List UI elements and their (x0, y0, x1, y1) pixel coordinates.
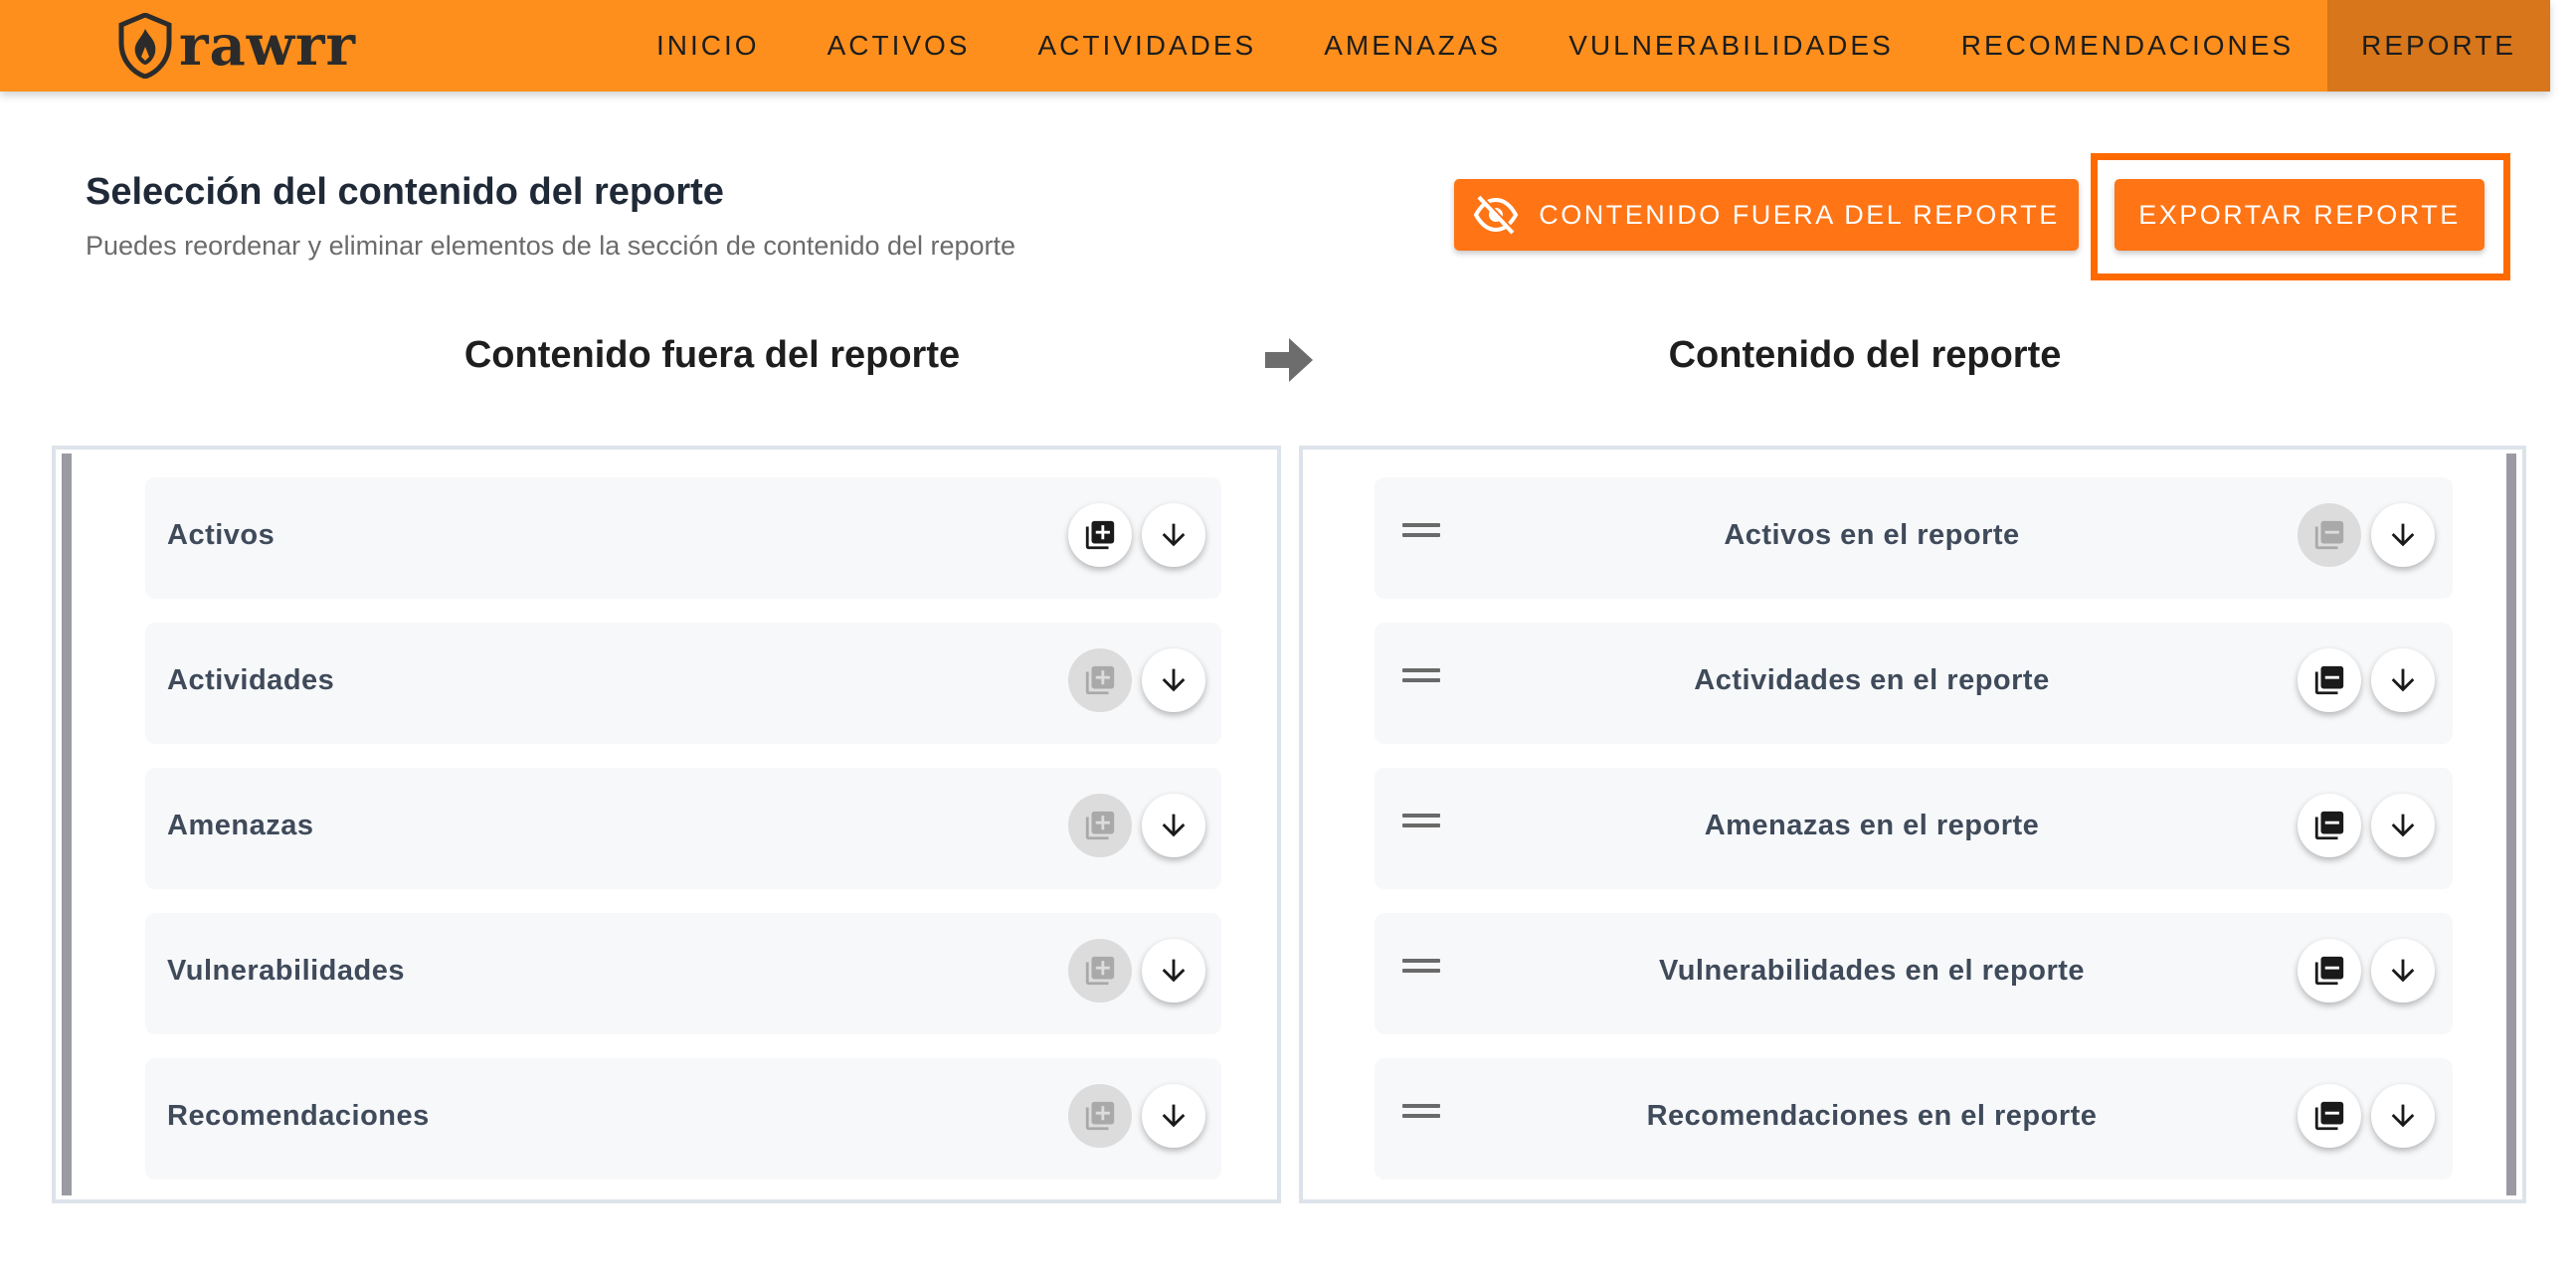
add-to-report-button[interactable] (1068, 1084, 1132, 1148)
nav-amenazas[interactable]: AMENAZAS (1290, 0, 1535, 91)
add-to-report-button[interactable] (1068, 794, 1132, 857)
arrow-down-icon (1162, 668, 1186, 692)
top-navbar: rawrr INICIO ACTIVOS ACTIVIDADES AMENAZA… (0, 0, 2550, 91)
shield-flame-icon (118, 13, 172, 79)
remove-from-report-button[interactable] (2298, 503, 2361, 567)
nav-activos[interactable]: ACTIVOS (794, 0, 1005, 91)
list-item: Vulnerabilidades en el reporte (1375, 913, 2453, 1034)
outside-column-title: Contenido fuera del reporte (463, 334, 961, 376)
library-add-icon (1085, 1101, 1115, 1131)
list-item: Activos en el reporte (1375, 477, 2453, 599)
nav-actividades[interactable]: ACTIVIDADES (1004, 0, 1290, 91)
brand-logo[interactable]: rawrr (117, 10, 356, 82)
item-label: Activos (167, 519, 276, 551)
move-down-button[interactable] (1142, 503, 1205, 567)
list-item: Amenazas (145, 768, 1221, 889)
hidden-content-button[interactable]: CONTENIDO FUERA DEL REPORTE (1454, 179, 2079, 251)
list-item: Recomendaciones en el reporte (1375, 1058, 2453, 1180)
eye-off-icon (1473, 195, 1519, 235)
library-add-icon (1085, 811, 1115, 840)
item-label: Activos en el reporte (1724, 519, 2020, 551)
hidden-content-label: CONTENIDO FUERA DEL REPORTE (1539, 199, 2060, 230)
remove-from-report-button[interactable] (2298, 794, 2361, 857)
arrow-down-icon (1162, 959, 1186, 983)
item-label: Amenazas (167, 810, 314, 841)
library-add-icon (1085, 520, 1115, 550)
outside-report-list: Activos Actividades Amenazas Vulnerabili… (52, 446, 1281, 1203)
scrollbar[interactable] (2506, 454, 2516, 1195)
library-add-icon (1085, 665, 1115, 695)
item-label: Amenazas en el reporte (1704, 810, 2040, 841)
page-subtitle: Puedes reordenar y eliminar elementos de… (86, 231, 1016, 261)
library-remove-icon (2314, 665, 2344, 695)
inside-column-title: Contenido del reporte (1668, 334, 2062, 376)
library-remove-icon (2314, 520, 2344, 550)
list-item: Recomendaciones (145, 1058, 1221, 1180)
brand-name: rawrr (179, 13, 357, 79)
move-down-button[interactable] (2371, 794, 2435, 857)
move-down-button[interactable] (1142, 1084, 1205, 1148)
item-label: Vulnerabilidades (167, 955, 405, 987)
list-item: Amenazas en el reporte (1375, 768, 2453, 889)
main-nav: INICIO ACTIVOS ACTIVIDADES AMENAZAS VULN… (623, 0, 2550, 91)
item-label: Actividades en el reporte (1694, 664, 2050, 696)
item-label: Recomendaciones en el reporte (1646, 1100, 2098, 1132)
arrow-down-icon (1162, 1104, 1186, 1128)
add-to-report-button[interactable] (1068, 939, 1132, 1003)
library-remove-icon (2314, 956, 2344, 986)
list-item: Actividades en el reporte (1375, 623, 2453, 744)
move-down-button[interactable] (2371, 1084, 2435, 1148)
move-down-button[interactable] (1142, 648, 1205, 712)
arrow-down-icon (2391, 814, 2415, 837)
move-down-button[interactable] (1142, 794, 1205, 857)
add-to-report-button[interactable] (1068, 503, 1132, 567)
add-to-report-button[interactable] (1068, 648, 1132, 712)
arrow-down-icon (1162, 814, 1186, 837)
remove-from-report-button[interactable] (2298, 1084, 2361, 1148)
list-item: Actividades (145, 623, 1221, 744)
move-down-button[interactable] (2371, 939, 2435, 1003)
nav-reporte[interactable]: REPORTE (2327, 0, 2550, 91)
arrow-down-icon (2391, 1104, 2415, 1128)
export-report-button[interactable]: EXPORTAR REPORTE (2115, 179, 2484, 251)
nav-inicio[interactable]: INICIO (623, 0, 794, 91)
list-item: Vulnerabilidades (145, 913, 1221, 1034)
export-report-label: EXPORTAR REPORTE (2138, 199, 2461, 230)
remove-from-report-button[interactable] (2298, 648, 2361, 712)
item-label: Vulnerabilidades en el reporte (1658, 955, 2086, 987)
report-page: rawrr INICIO ACTIVOS ACTIVIDADES AMENAZA… (0, 0, 2576, 1277)
nav-vulnerabilidades[interactable]: VULNERABILIDADES (1535, 0, 1928, 91)
arrow-down-icon (2391, 668, 2415, 692)
arrow-down-icon (2391, 959, 2415, 983)
item-label: Actividades (167, 664, 335, 696)
library-remove-icon (2314, 1101, 2344, 1131)
nav-recomendaciones[interactable]: RECOMENDACIONES (1928, 0, 2327, 91)
list-item: Activos (145, 477, 1221, 599)
move-down-button[interactable] (2371, 503, 2435, 567)
scrollbar[interactable] (62, 454, 72, 1195)
arrow-down-icon (1162, 523, 1186, 547)
move-down-button[interactable] (1142, 939, 1205, 1003)
arrow-down-icon (2391, 523, 2415, 547)
library-remove-icon (2314, 811, 2344, 840)
move-down-button[interactable] (2371, 648, 2435, 712)
remove-from-report-button[interactable] (2298, 939, 2361, 1003)
item-label: Recomendaciones (167, 1100, 430, 1132)
page-title: Selección del contenido del reporte (86, 171, 724, 213)
library-add-icon (1085, 956, 1115, 986)
inside-report-list: Activos en el reporte Actividades en el … (1299, 446, 2526, 1203)
